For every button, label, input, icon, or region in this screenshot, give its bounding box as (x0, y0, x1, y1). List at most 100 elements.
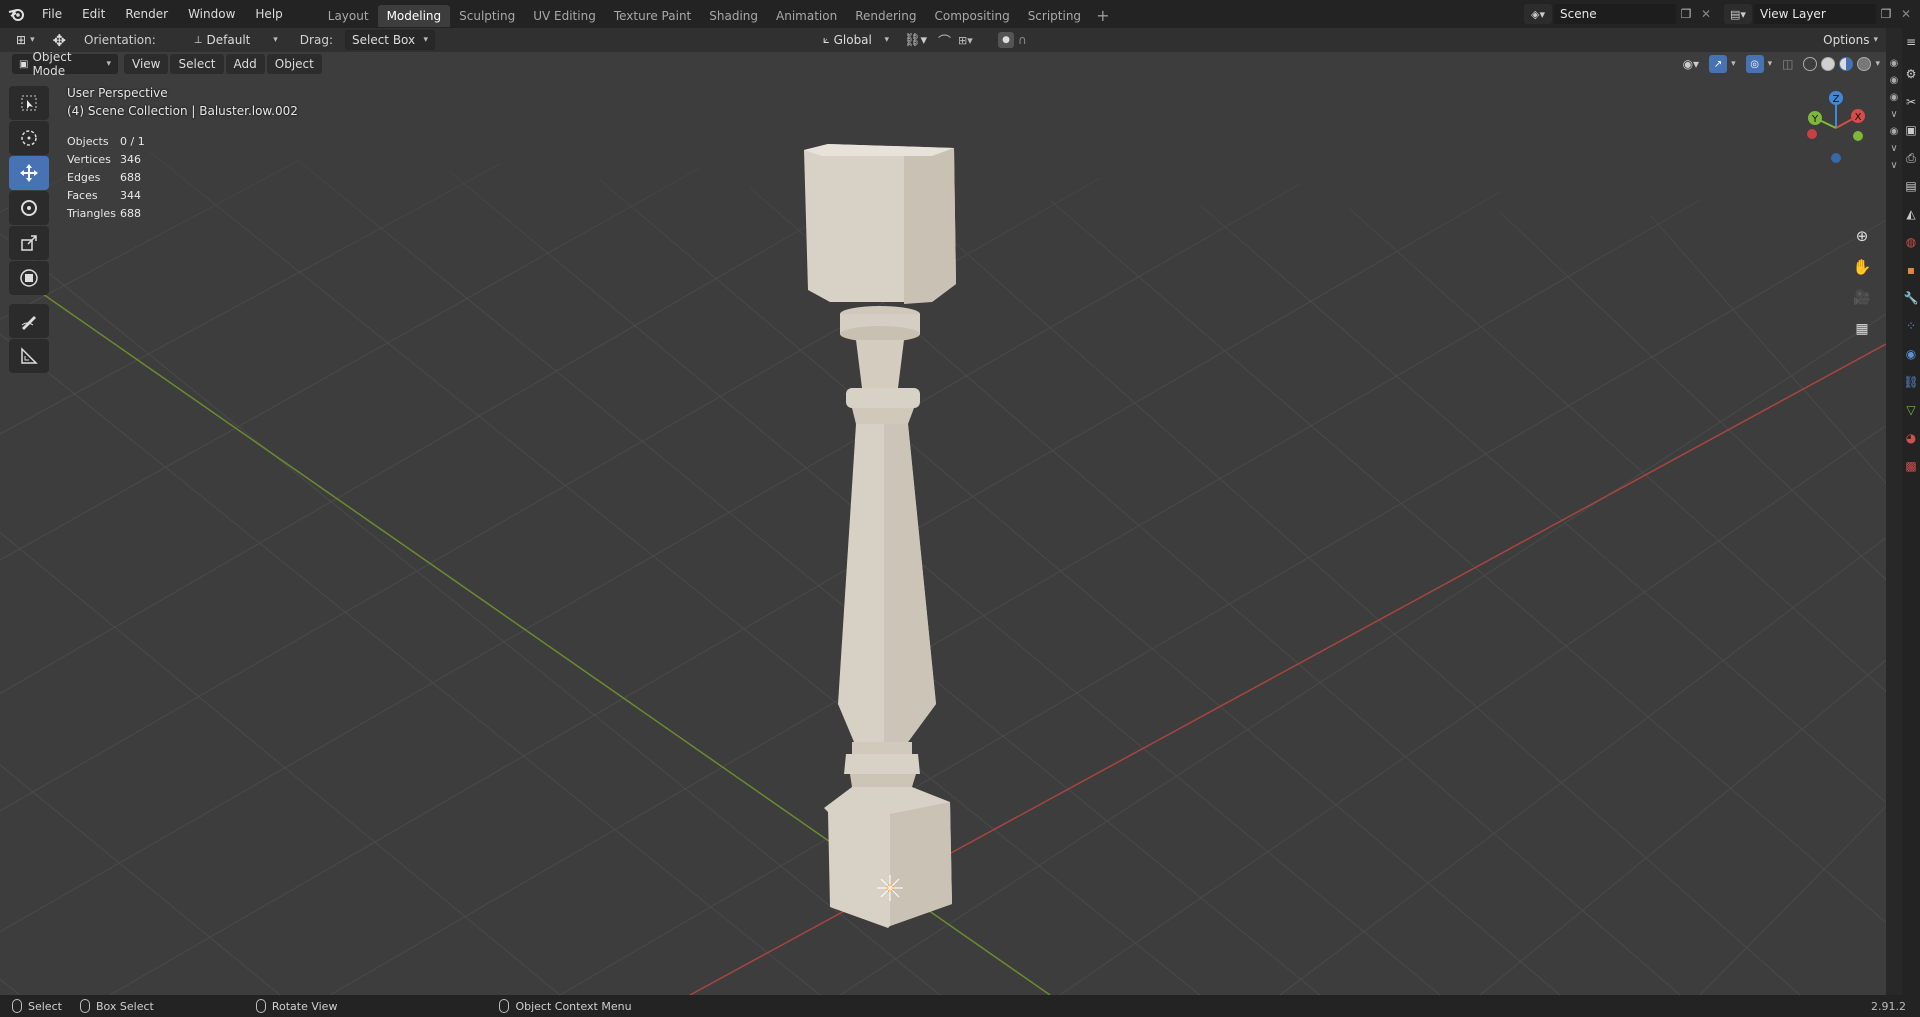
tab-uv-editing[interactable]: UV Editing (524, 5, 605, 27)
physics-properties-icon[interactable]: ◉ (1903, 346, 1919, 362)
menu-edit[interactable]: Edit (72, 0, 115, 28)
orientation-dropdown[interactable]: ⊥ Default ▾ (188, 30, 284, 50)
scene-icon[interactable]: ◈▾ (1524, 4, 1552, 24)
chevron-down-icon[interactable]: ∨ (1890, 160, 1897, 171)
tab-shading[interactable]: Shading (700, 5, 767, 27)
wrench-tool-icon[interactable]: ✂ (1903, 94, 1919, 110)
camera-view-icon[interactable]: 🎥 (1848, 286, 1876, 310)
menu-add[interactable]: Add (225, 54, 265, 74)
view-layer-properties-icon[interactable]: ▤ (1903, 178, 1919, 194)
menu-render[interactable]: Render (115, 0, 178, 28)
view-layer-field[interactable]: View Layer (1754, 4, 1876, 24)
editor-type-dropdown[interactable]: ⊞ ▾ (10, 30, 41, 50)
tab-scripting[interactable]: Scripting (1019, 5, 1090, 27)
rendered-shading-icon[interactable] (1857, 57, 1872, 71)
mode-value: Object Mode (32, 52, 72, 78)
status-box-select: Box Select (79, 999, 154, 1013)
gizmo-toggle-icon[interactable]: ↗ (1709, 55, 1728, 73)
tab-sculpting[interactable]: Sculpting (450, 5, 524, 27)
mode-dropdown[interactable]: ▣ Object Mode ▾ (12, 52, 118, 78)
output-properties-icon[interactable]: ⎙ (1903, 150, 1919, 166)
cursor-tool[interactable] (9, 121, 49, 155)
move-tool[interactable] (9, 156, 49, 190)
perspective-toggle-icon[interactable]: ▦ (1848, 317, 1876, 341)
material-properties-icon[interactable]: ◕ (1903, 430, 1919, 446)
menu-file[interactable]: File (32, 0, 72, 28)
material-preview-icon[interactable] (1839, 57, 1854, 71)
render-properties-icon[interactable]: ▣ (1903, 122, 1919, 138)
snap-target-icon[interactable]: ⊞▾ (958, 34, 973, 47)
eye-icon[interactable]: ◉ (1890, 58, 1899, 69)
menu-window[interactable]: Window (178, 0, 245, 28)
menu-view[interactable]: View (124, 54, 169, 74)
tab-animation[interactable]: Animation (767, 5, 846, 27)
view-layer-copy-icon[interactable]: ❐ (1876, 7, 1896, 21)
menu-help[interactable]: Help (245, 0, 292, 28)
main-menu: File Edit Render Window Help (32, 0, 293, 28)
wireframe-shading-icon[interactable] (1803, 57, 1818, 71)
chevron-down-icon[interactable]: ▾ (1875, 59, 1880, 69)
annotate-tool[interactable] (9, 304, 49, 338)
scene-field[interactable]: Scene (1554, 4, 1676, 24)
chevron-down-icon[interactable]: ∨ (1890, 143, 1897, 154)
tool-properties-icon[interactable]: ⚙ (1903, 66, 1919, 82)
tab-compositing[interactable]: Compositing (925, 5, 1018, 27)
snap-icon[interactable]: ⌒ (938, 31, 951, 50)
xray-toggle-icon[interactable]: ◫ (1782, 57, 1793, 71)
overlays-toggle-icon[interactable]: ◎ (1745, 55, 1764, 73)
pivot-point-icon[interactable]: ⛓▾ (904, 33, 927, 48)
eye-icon[interactable]: ◉ (1890, 92, 1899, 103)
data-properties-icon[interactable]: ▽ (1903, 402, 1919, 418)
view-layer-close-icon[interactable]: ✕ (1896, 7, 1916, 21)
measure-tool[interactable] (9, 339, 49, 373)
tab-modeling[interactable]: Modeling (377, 5, 451, 27)
options-dropdown[interactable]: Options ▾ (1817, 30, 1884, 50)
chevron-down-icon: ▾ (423, 35, 428, 45)
mouse-drag-icon (79, 999, 90, 1013)
solid-shading-icon[interactable] (1821, 57, 1836, 71)
drag-dropdown[interactable]: Select Box ▾ (344, 30, 435, 50)
transform-tool[interactable] (9, 261, 49, 295)
scene-close-icon[interactable]: ✕ (1696, 7, 1716, 21)
chevron-down-icon[interactable]: ▾ (1731, 59, 1736, 69)
object-mode-icon: ▣ (19, 58, 29, 70)
tab-texture-paint[interactable]: Texture Paint (605, 5, 700, 27)
visibility-icon[interactable]: ◉▾ (1683, 57, 1700, 71)
zoom-icon[interactable]: ⊕ (1848, 224, 1876, 248)
object-properties-icon[interactable]: ▪ (1903, 262, 1919, 278)
proportional-editing-icon[interactable]: ● (998, 32, 1014, 48)
modifier-properties-icon[interactable]: 🔧 (1903, 290, 1919, 306)
viewport-header: ▣ Object Mode ▾ View Select Add Object ◉… (0, 52, 1886, 78)
mouse-middle-icon (255, 999, 266, 1013)
3d-viewport[interactable]: ▣ Object Mode ▾ View Select Add Object ◉… (0, 52, 1886, 995)
texture-properties-icon[interactable]: ▩ (1903, 458, 1919, 474)
measure-icon (21, 347, 38, 364)
proportional-falloff-icon[interactable]: ∩ (1018, 33, 1027, 47)
mouse-right-icon (499, 999, 510, 1013)
add-workspace-button[interactable]: + (1090, 5, 1115, 27)
tab-layout[interactable]: Layout (319, 5, 378, 27)
scene-properties-icon[interactable]: ◭ (1903, 206, 1919, 222)
editor-type-icon: ⊞ (16, 33, 27, 47)
editor-menu-icon[interactable]: ≡ (1903, 34, 1919, 50)
select-box-tool[interactable] (9, 86, 49, 120)
blender-logo-icon[interactable] (4, 0, 30, 28)
pan-hand-icon[interactable]: ✋ (1848, 255, 1876, 279)
eye-icon[interactable]: ◉ (1890, 75, 1899, 86)
chevron-down-icon: ▾ (106, 59, 111, 69)
rotate-tool[interactable] (9, 191, 49, 225)
world-properties-icon[interactable]: ◍ (1903, 234, 1919, 250)
navigation-gizmo[interactable]: Z X Y (1796, 88, 1876, 168)
chevron-down-icon[interactable]: ▾ (1768, 59, 1773, 69)
scale-tool[interactable] (9, 226, 49, 260)
tab-rendering[interactable]: Rendering (846, 5, 925, 27)
constraints-properties-icon[interactable]: ⛓ (1903, 374, 1919, 390)
view-layer-icon[interactable]: ▤▾ (1724, 4, 1752, 24)
scene-copy-icon[interactable]: ❐ (1676, 7, 1696, 21)
menu-select[interactable]: Select (170, 54, 224, 74)
particles-properties-icon[interactable]: ⁘ (1903, 318, 1919, 334)
chevron-down-icon[interactable]: ∨ (1890, 109, 1897, 120)
eye-icon[interactable]: ◉ (1890, 126, 1899, 137)
menu-object[interactable]: Object (266, 54, 322, 74)
transform-orientation-dropdown[interactable]: ⟀ Global ▾ (817, 30, 895, 50)
